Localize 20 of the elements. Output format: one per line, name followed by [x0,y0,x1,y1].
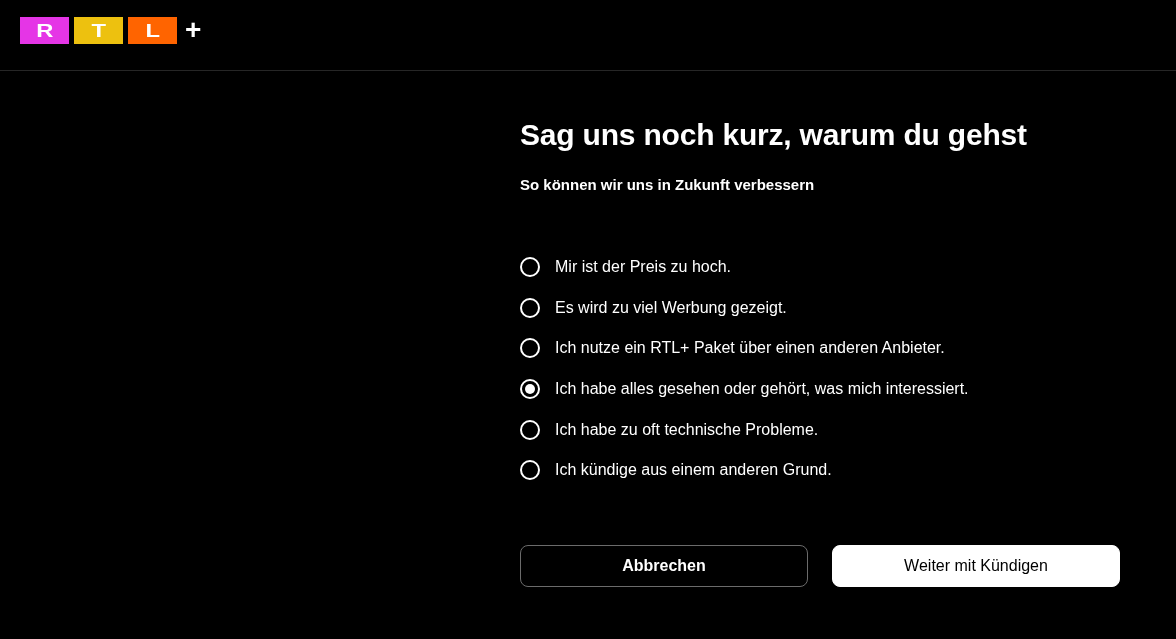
logo-plus: + [185,16,202,44]
option-label[interactable]: Mir ist der Preis zu hoch. [555,257,732,278]
radio-button[interactable] [520,338,540,359]
option-label[interactable]: Ich habe alles gesehen oder gehört, was mich interessiert. [555,379,969,400]
option-label[interactable]: Ich kündige aus einem anderen Grund. [555,460,832,481]
page-title: Sag uns noch kurz, warum du gehst [520,117,1027,153]
radio-button[interactable] [520,297,540,318]
option-label[interactable]: Ich habe zu oft technische Probleme. [555,419,819,440]
radio-button[interactable] [520,257,540,278]
page-subtitle: So können wir uns in Zukunft verbessern [520,175,815,195]
option-label[interactable]: Es wird zu viel Werbung gezeigt. [555,297,787,318]
radio-button[interactable] [520,460,540,481]
logo-letter: T [74,16,123,44]
radio-button[interactable] [520,419,540,440]
radio-button[interactable] [520,379,540,400]
logo-letter: L [128,16,177,44]
continue-button[interactable]: Weiter mit Kündigen [832,544,1120,587]
logo-letter: R [20,16,69,44]
cancel-button[interactable]: Abbrechen [520,544,808,587]
option-label[interactable]: Ich nutze ein RTL+ Paket über einen anderen Anbieter. [555,338,945,359]
